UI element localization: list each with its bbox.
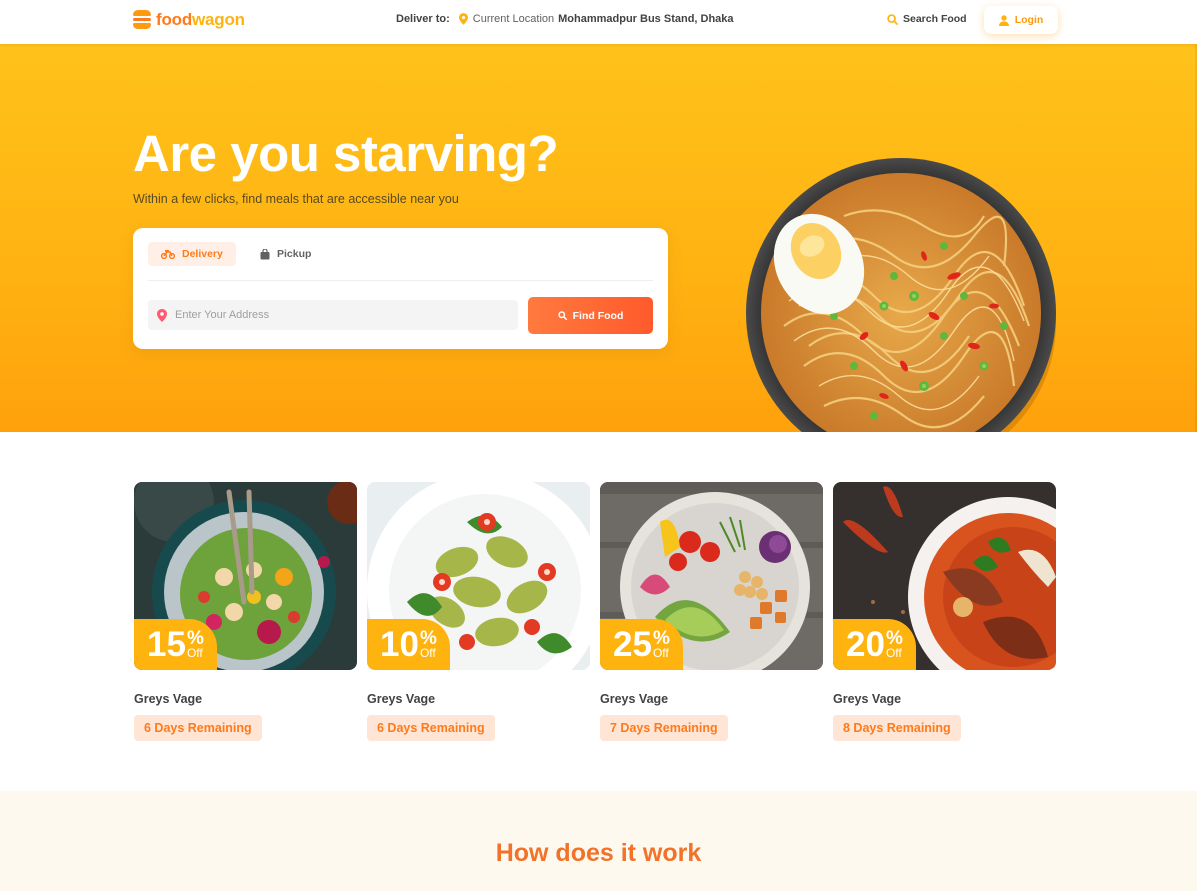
current-location-label: Current Location — [472, 13, 555, 25]
noodle-bowl-image — [746, 158, 1056, 432]
discount-badge: 20 % Off — [833, 619, 916, 670]
current-location-value: Mohammadpur Bus Stand, Dhaka — [558, 13, 734, 25]
tab-pickup-label: Pickup — [277, 248, 312, 260]
hero-title: Are you starving? — [133, 125, 559, 182]
motorbike-icon — [161, 250, 175, 259]
discount-percent: 10 — [380, 625, 419, 664]
login-label: Login — [1014, 14, 1044, 26]
section-title: How does it work — [495, 839, 702, 867]
tab-pickup[interactable]: Pickup — [247, 242, 324, 266]
burger-logo-icon — [133, 10, 151, 30]
days-remaining-badge: 8 Days Remaining — [833, 715, 961, 741]
discount-off: Off — [186, 645, 203, 660]
tab-delivery[interactable]: Delivery — [148, 242, 236, 266]
search-food-link[interactable]: Search Food — [887, 13, 967, 25]
deal-title[interactable]: Greys Vage — [833, 692, 1056, 706]
discount-off: Off — [419, 645, 436, 660]
user-icon — [998, 14, 1009, 26]
discount-badge: 15 % Off — [134, 619, 217, 670]
discount-percent: 15 — [147, 625, 186, 664]
how-it-works-section: How does it work — [0, 791, 1197, 891]
days-remaining-badge: 6 Days Remaining — [367, 715, 495, 741]
deal-card[interactable]: 20 % Off Greys Vage 8 Days Remaining — [833, 482, 1056, 741]
discount-percent: 25 — [613, 625, 652, 664]
card-divider — [148, 280, 653, 281]
brand-name-food: food — [156, 10, 193, 29]
deals-section: 15 % Off Greys Vage 6 Days Remaining 10 … — [0, 432, 1197, 791]
hero-subtitle: Within a few clicks, find meals that are… — [133, 192, 459, 206]
days-remaining-badge: 7 Days Remaining — [600, 715, 728, 741]
search-icon — [557, 311, 567, 320]
deliver-to-label: Deliver to: — [396, 13, 450, 25]
deal-image[interactable]: 15 % Off — [134, 482, 357, 670]
delivery-search-card: Delivery Pickup Find Food — [133, 228, 668, 349]
days-remaining-badge: 6 Days Remaining — [134, 715, 262, 741]
deal-title[interactable]: Greys Vage — [367, 692, 590, 706]
brand-name: foodwagon — [156, 10, 245, 30]
location-pin-icon — [458, 13, 468, 25]
location-pin-icon — [157, 308, 167, 322]
deal-image[interactable]: 25 % Off — [600, 482, 823, 670]
deal-image[interactable]: 20 % Off — [833, 482, 1056, 670]
discount-off: Off — [885, 645, 902, 660]
brand-logo[interactable]: foodwagon — [133, 10, 245, 30]
search-food-label: Search Food — [903, 13, 967, 25]
search-icon — [887, 13, 898, 25]
deal-image[interactable]: 10 % Off — [367, 482, 590, 670]
login-button[interactable]: Login — [984, 6, 1058, 34]
find-food-label: Find Food — [572, 309, 624, 322]
deal-card[interactable]: 10 % Off Greys Vage 6 Days Remaining — [367, 482, 590, 741]
deal-card[interactable]: 15 % Off Greys Vage 6 Days Remaining — [134, 482, 357, 741]
address-field[interactable] — [148, 300, 518, 330]
discount-off: Off — [652, 645, 669, 660]
tab-delivery-label: Delivery — [182, 248, 223, 260]
bag-icon — [260, 248, 270, 259]
deal-title[interactable]: Greys Vage — [134, 692, 357, 706]
address-input[interactable] — [175, 309, 495, 321]
hero-section: Are you starving? Within a few clicks, f… — [0, 44, 1197, 432]
discount-percent: 20 — [846, 625, 885, 664]
brand-name-wagon: wagon — [192, 10, 245, 29]
discount-badge: 25 % Off — [600, 619, 683, 670]
deal-title[interactable]: Greys Vage — [600, 692, 823, 706]
top-navbar: foodwagon Deliver to: Current Location M… — [0, 0, 1197, 44]
discount-badge: 10 % Off — [367, 619, 450, 670]
delivery-location[interactable]: Deliver to: Current Location Mohammadpur… — [396, 13, 734, 25]
find-food-button[interactable]: Find Food — [528, 297, 653, 334]
deal-card[interactable]: 25 % Off Greys Vage 7 Days Remaining — [600, 482, 823, 741]
